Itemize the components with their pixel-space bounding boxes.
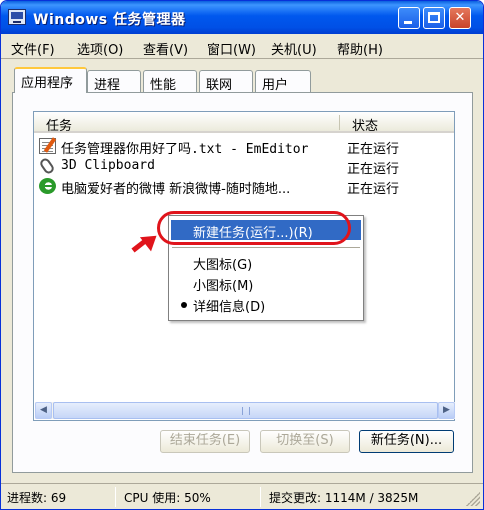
window-title: Windows 任务管理器 <box>33 12 186 28</box>
menu-item-small-icons[interactable]: 小图标(M) <box>171 273 361 294</box>
grip-icon <box>242 407 250 415</box>
task-name: 任务管理器你用好了吗.txt - EmEditor <box>61 142 309 157</box>
switch-to-button[interactable]: 切换至(S) <box>260 430 350 453</box>
paperclip-icon <box>38 156 56 176</box>
menu-shutdown[interactable]: 关机(U) <box>271 39 317 58</box>
menu-window[interactable]: 窗口(W) <box>207 39 256 58</box>
cpu-usage: CPU 使用: 50% <box>124 491 211 505</box>
scroll-left-button[interactable]: ◀ <box>35 402 52 419</box>
menu-divider <box>1 58 483 59</box>
status-divider <box>115 487 116 507</box>
menu-separator <box>172 247 360 248</box>
title-bar[interactable]: Windows 任务管理器 ✕ <box>1 1 483 34</box>
menu-help[interactable]: 帮助(H) <box>337 39 383 58</box>
new-task-button[interactable]: 新任务(N)... <box>359 430 454 453</box>
notepad-icon <box>39 138 56 154</box>
ie-icon <box>39 178 56 194</box>
menu-options[interactable]: 选项(O) <box>77 39 123 58</box>
maximize-icon <box>428 12 440 23</box>
menu-item-large-icons[interactable]: 大图标(G) <box>171 252 361 273</box>
resize-grip-icon[interactable] <box>466 492 480 506</box>
list-header: 任务 状态 <box>34 112 454 134</box>
radio-bullet-icon <box>181 302 187 308</box>
task-manager-icon <box>8 9 26 25</box>
column-header-task[interactable]: 任务 <box>46 115 72 134</box>
column-header-status[interactable]: 状态 <box>352 115 378 134</box>
menu-item-details-label: 详细信息(D) <box>193 300 266 315</box>
task-status: 正在运行 <box>347 162 400 177</box>
menu-view[interactable]: 查看(V) <box>143 39 188 58</box>
menu-item-details[interactable]: 详细信息(D) <box>171 294 361 315</box>
minimize-button[interactable] <box>398 7 420 29</box>
task-manager-window: Windows 任务管理器 ✕ 文件(F) 选项(O) 查看(V) 窗口(W) … <box>0 0 484 510</box>
task-status: 正在运行 <box>347 142 400 157</box>
minimize-icon <box>404 21 412 24</box>
commit-charge: 提交更改: 1114M / 3825M <box>269 491 419 505</box>
menu-bar: 文件(F) 选项(O) 查看(V) 窗口(W) 关机(U) 帮助(H) <box>1 35 483 58</box>
task-name: 3D Clipboard <box>61 158 155 173</box>
close-icon: ✕ <box>454 10 466 25</box>
tab-networking[interactable]: 联网 <box>199 70 253 93</box>
scroll-right-button[interactable]: ▶ <box>438 402 455 419</box>
tab-users[interactable]: 用户 <box>255 70 311 93</box>
task-name: 电脑爱好者的微博 新浪微博-随时随地... <box>61 182 291 197</box>
task-row[interactable]: 电脑爱好者的微博 新浪微博-随时随地... 正在运行 <box>34 176 454 197</box>
tab-performance[interactable]: 性能 <box>143 70 197 93</box>
status-bar: 进程数: 69 CPU 使用: 50% 提交更改: 1114M / 3825M <box>1 483 483 509</box>
column-divider[interactable] <box>339 115 340 130</box>
task-row[interactable]: 任务管理器你用好了吗.txt - EmEditor 正在运行 <box>34 136 454 157</box>
end-task-button[interactable]: 结束任务(E) <box>160 430 250 453</box>
task-status: 正在运行 <box>347 182 400 197</box>
process-count: 进程数: 69 <box>7 491 67 505</box>
context-menu: 新建任务(运行...)(R) 大图标(G) 小图标(M) 详细信息(D) <box>168 215 364 321</box>
maximize-button[interactable] <box>423 7 445 29</box>
task-row[interactable]: 3D Clipboard 正在运行 <box>34 156 454 177</box>
scroll-thumb[interactable] <box>53 402 438 419</box>
tab-applications[interactable]: 应用程序 <box>14 67 87 93</box>
menu-item-new-task[interactable]: 新建任务(运行...)(R) <box>171 220 361 241</box>
close-button[interactable]: ✕ <box>449 7 471 29</box>
status-divider <box>260 487 261 507</box>
horizontal-scrollbar[interactable]: ◀ ▶ <box>35 402 455 419</box>
tab-processes[interactable]: 进程 <box>87 70 141 93</box>
menu-file[interactable]: 文件(F) <box>11 39 55 58</box>
